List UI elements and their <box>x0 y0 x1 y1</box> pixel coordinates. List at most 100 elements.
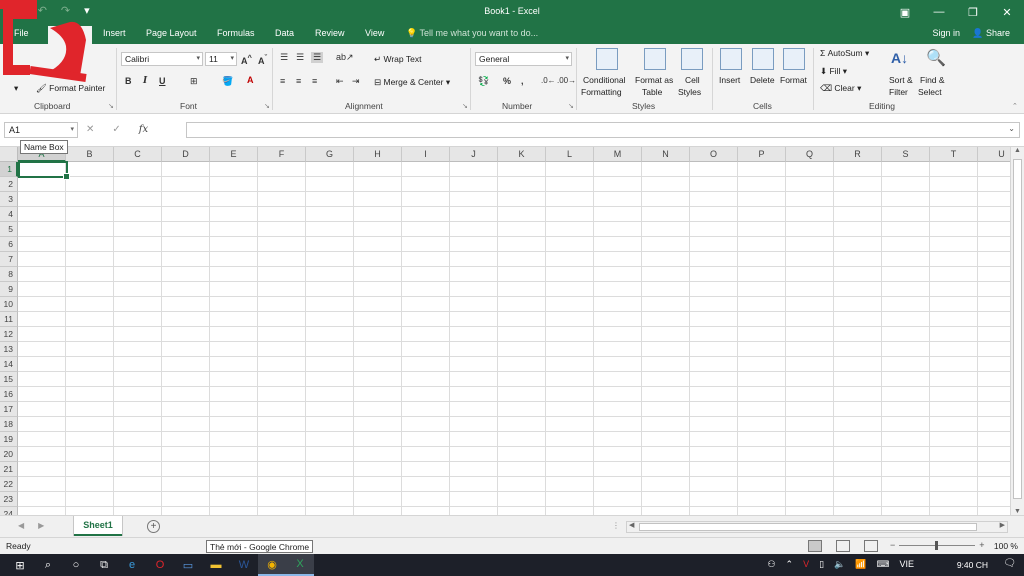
column-header[interactable]: T <box>930 147 978 162</box>
split-handle-icon[interactable]: ⋮ <box>612 521 620 530</box>
row-header[interactable]: 4 <box>0 207 18 222</box>
active-cell-a1[interactable] <box>18 161 70 180</box>
align-center-icon[interactable]: ≡ <box>296 76 301 86</box>
format-cells-label[interactable]: Format <box>780 75 807 85</box>
edge-icon[interactable]: e <box>118 554 146 576</box>
accounting-format-icon[interactable]: 💱 <box>478 76 489 87</box>
column-header[interactable]: N <box>642 147 690 162</box>
sort-filter-label[interactable]: Sort & <box>889 75 913 85</box>
column-header[interactable]: E <box>210 147 258 162</box>
row-header[interactable]: 5 <box>0 222 18 237</box>
clipboard-launcher-icon[interactable]: ↘ <box>108 102 114 110</box>
align-left-icon[interactable]: ≡ <box>280 76 285 86</box>
format-cells-icon[interactable] <box>783 48 805 70</box>
clear-button[interactable]: ⌫ Clear ▾ <box>820 83 861 94</box>
format-as-table-icon[interactable] <box>644 48 666 70</box>
maximize-button[interactable]: ❐ <box>956 0 990 24</box>
row-header[interactable]: 11 <box>0 312 18 327</box>
enter-icon[interactable]: ✓ <box>112 124 120 135</box>
tab-review[interactable]: Review <box>315 28 345 38</box>
format-as-table-label[interactable]: Format as <box>635 75 673 85</box>
collapse-ribbon-icon[interactable]: ⌃ <box>1012 102 1018 110</box>
format-painter-button[interactable]: 🖌 Format Painter <box>36 83 105 94</box>
tab-view[interactable]: View <box>365 28 384 38</box>
ribbon-display-icon[interactable]: ▣ <box>888 0 922 24</box>
paste-dropdown-icon[interactable]: ▾ <box>14 83 18 94</box>
grow-font-icon[interactable]: A^ <box>241 53 252 66</box>
start-icon[interactable]: ⊞ <box>6 554 34 576</box>
align-top-icon[interactable]: ☰ <box>280 52 288 63</box>
scroll-left-icon[interactable]: ◀ <box>629 521 634 529</box>
formula-input[interactable]: ⌄ <box>186 122 1020 138</box>
alignment-launcher-icon[interactable]: ↘ <box>462 102 468 110</box>
row-header[interactable]: 6 <box>0 237 18 252</box>
page-layout-view-icon[interactable] <box>836 540 850 552</box>
column-header[interactable]: Q <box>786 147 834 162</box>
row-header[interactable]: 22 <box>0 477 18 492</box>
decrease-decimal-icon[interactable]: .00→ <box>557 76 576 85</box>
column-header[interactable]: S <box>882 147 930 162</box>
italic-button[interactable]: I <box>143 76 147 86</box>
volume-icon[interactable]: 🔈 <box>834 559 845 570</box>
word-icon[interactable]: W <box>230 554 258 576</box>
column-header[interactable]: U <box>978 147 1010 162</box>
add-sheet-icon[interactable]: + <box>147 520 160 533</box>
close-button[interactable]: ✕ <box>990 0 1024 24</box>
name-box[interactable]: A1 ▾ <box>4 122 78 138</box>
select-all-button[interactable] <box>0 147 18 162</box>
share-button[interactable]: 👤 Share <box>972 28 1010 39</box>
tell-me-search[interactable]: 💡 Tell me what you want to do... <box>406 28 538 39</box>
prev-sheet-icon[interactable]: ◀ <box>18 521 24 530</box>
sort-filter-label-2[interactable]: Filter <box>889 87 908 97</box>
battery-icon[interactable]: ▯ <box>819 559 824 570</box>
row-header[interactable]: 23 <box>0 492 18 507</box>
show-hidden-icons-icon[interactable]: ⌃ <box>786 559 794 570</box>
find-select-label[interactable]: Find & <box>920 75 945 85</box>
zoom-in-icon[interactable]: + <box>979 540 984 550</box>
minimize-button[interactable]: — <box>922 0 956 24</box>
column-header[interactable]: J <box>450 147 498 162</box>
task-view-icon[interactable]: ⧉ <box>90 554 118 576</box>
zoom-out-icon[interactable]: − <box>890 540 895 550</box>
scroll-right-icon[interactable]: ▶ <box>1000 521 1005 529</box>
zoom-knob[interactable] <box>935 540 939 550</box>
row-header[interactable]: 19 <box>0 432 18 447</box>
insert-cells-icon[interactable] <box>720 48 742 70</box>
search-icon[interactable]: ⌕ <box>34 554 62 576</box>
conditional-formatting-label[interactable]: Conditional <box>583 75 626 85</box>
vietkey-icon[interactable]: V <box>803 559 809 570</box>
column-header[interactable]: P <box>738 147 786 162</box>
horizontal-scrollbar[interactable]: ◀ ▶ <box>626 521 1008 533</box>
column-header[interactable]: R <box>834 147 882 162</box>
conditional-formatting-label-2[interactable]: Formatting <box>581 87 622 97</box>
merge-center-button[interactable]: ⊟ Merge & Center ▾ <box>374 77 450 88</box>
find-select-icon[interactable]: 🔍 <box>926 48 946 68</box>
align-right-icon[interactable]: ≡ <box>312 76 317 86</box>
insert-cells-label[interactable]: Insert <box>719 75 740 85</box>
orientation-icon[interactable]: ab↗ <box>336 52 354 63</box>
row-header[interactable]: 3 <box>0 192 18 207</box>
cortana-icon[interactable]: ○ <box>62 554 90 576</box>
excel-icon[interactable]: X <box>286 554 314 576</box>
tab-insert[interactable]: Insert <box>103 28 126 38</box>
row-header[interactable]: 18 <box>0 417 18 432</box>
keyboard-icon[interactable]: ⌨ <box>876 559 889 570</box>
column-header[interactable]: K <box>498 147 546 162</box>
percent-style-button[interactable]: % <box>503 76 511 86</box>
vertical-scroll-thumb[interactable] <box>1013 159 1022 499</box>
sheet-tab-sheet1[interactable]: Sheet1 <box>74 516 122 536</box>
row-header[interactable]: 13 <box>0 342 18 357</box>
cell-styles-label[interactable]: Cell <box>685 75 700 85</box>
delete-cells-label[interactable]: Delete <box>750 75 775 85</box>
shrink-font-icon[interactable]: Aˇ <box>258 53 267 66</box>
sign-in-link[interactable]: Sign in <box>932 28 960 38</box>
column-header[interactable]: D <box>162 147 210 162</box>
row-header[interactable]: 12 <box>0 327 18 342</box>
find-select-label-2[interactable]: Select <box>918 87 942 97</box>
row-header[interactable]: 24 <box>0 507 18 515</box>
font-launcher-icon[interactable]: ↘ <box>264 102 270 110</box>
row-header[interactable]: 9 <box>0 282 18 297</box>
bold-button[interactable]: B <box>125 76 132 86</box>
column-header[interactable]: O <box>690 147 738 162</box>
underline-button[interactable]: U <box>159 76 166 86</box>
